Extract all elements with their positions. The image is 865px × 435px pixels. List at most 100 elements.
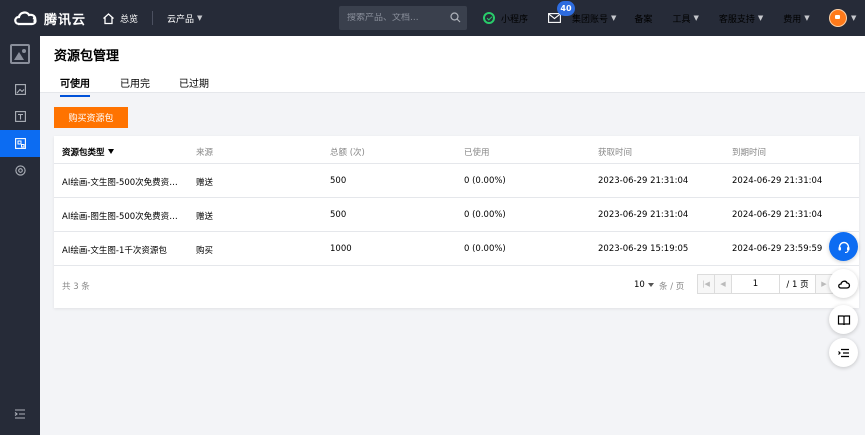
sidebar-item-resource-packages[interactable] [0,130,40,157]
column-header-total: 总额 (次) [330,148,365,158]
cell-source: 赠送 [196,178,214,188]
chevron-down-icon: ▼ [757,14,764,22]
cell-total: 1000 [330,244,352,254]
global-search [339,6,467,30]
cell-expires: 2024-06-29 21:31:04 [732,176,823,186]
nav-products-label: 云产品 [167,14,195,25]
nav-home-label: 总览 [120,14,139,25]
column-header-source: 来源 [196,148,214,158]
support-dropdown[interactable]: 客服支持 ▼ [719,12,763,25]
cell-used: 0 (0.00%) [464,210,506,220]
cell-source: 购买 [196,246,214,256]
search-icon[interactable] [450,12,461,23]
per-page-label: 条 / 页 [659,282,685,292]
cloud-icon [837,280,850,289]
prev-page-icon[interactable]: ◀ [715,275,732,293]
nav-home[interactable]: 总览 [102,12,138,25]
cloud-assistant-button[interactable] [829,269,858,298]
customer-service-button[interactable] [829,232,858,261]
sidebar-item-text[interactable] [0,103,40,130]
image-icon [14,84,26,95]
mini-program-label: 小程序 [501,14,529,25]
chevron-down-icon[interactable]: ▼ [851,14,856,22]
tab-available[interactable]: 可使用 [60,75,90,97]
first-page-icon[interactable]: |◀ [698,275,715,293]
mini-program-link[interactable]: 小程序 [483,12,528,25]
chevron-down-icon: ▼ [804,14,810,22]
support-label: 客服支持 [718,14,755,25]
page-size-select[interactable]: 10 [634,280,654,290]
cell-source: 赠送 [196,212,214,222]
cell-total: 500 [330,210,347,220]
package-icon [14,138,26,149]
sidebar-item-image[interactable] [0,76,40,103]
tools-label: 工具 [672,14,691,25]
filing-link[interactable]: 备案 [634,12,652,25]
page-number-input[interactable] [732,275,780,293]
cell-name: AI绘画-文生图-1千次资源包 [62,246,167,256]
brand-name: 腾讯云 [44,12,87,28]
cell-used: 0 (0.00%) [464,176,506,186]
cell-acquired: 2023-06-29 21:31:04 [598,210,689,220]
nav-products-dropdown[interactable]: 云产品 ▼ [167,12,202,25]
column-header-expires: 到期时间 [732,148,767,158]
chevron-down-icon: ▼ [611,14,617,22]
cell-expires: 2024-06-29 21:31:04 [732,210,823,220]
page-title: 资源包管理 [54,49,120,64]
tencent-cloud-logo-icon [14,11,37,26]
group-account-dropdown[interactable]: 集团账号 ▼ [572,12,616,25]
column-header-type-label: 资源包类型 [62,148,105,158]
collapse-sidebar-icon[interactable] [14,408,26,420]
text-icon [14,111,26,122]
tab-used-up[interactable]: 已用完 [120,75,150,95]
cell-acquired: 2023-06-29 15:19:05 [598,244,689,254]
brand-logo[interactable]: 腾讯云 [12,9,88,28]
cell-expires: 2024-06-29 23:59:59 [732,244,823,254]
tab-expired[interactable]: 已过期 [179,75,209,95]
sidebar-item-settings[interactable] [0,157,40,184]
chevron-down-icon: ▼ [693,14,699,22]
buy-resource-package-button[interactable]: 购买资源包 [54,107,128,128]
filter-icon[interactable] [107,149,114,154]
column-header-type[interactable]: 资源包类型 [62,146,114,158]
mail-count-badge: 40 [557,1,575,16]
page-size-value: 10 [634,280,645,290]
product-image-icon[interactable] [10,44,30,64]
main-content: 资源包管理 可使用 已用完 已过期 购买资源包 资源包类型 来源 总额 (次) … [40,36,865,435]
cell-total: 500 [330,176,347,186]
search-input[interactable] [347,13,447,23]
caret-down-icon [647,283,654,287]
table-row: AI绘画-文生图-1千次资源包 购买 1000 0 (0.00%) 2023-0… [54,232,859,266]
total-count: 共 3 条 [62,282,90,292]
pagination-bar: 共 3 条 10 条 / 页 |◀ ◀ / 1 页 ▶ ▶| [54,268,859,308]
nav-divider [152,11,154,25]
book-icon [837,314,850,325]
total-pages: / 1 页 [780,275,816,293]
page-header: 资源包管理 可使用 已用完 已过期 [40,36,865,97]
table-header: 资源包类型 来源 总额 (次) 已使用 获取时间 到期时间 [54,136,859,164]
tools-dropdown[interactable]: 工具 ▼ [672,12,698,25]
table-row: AI绘画-文生图-500次免费资源包 赠送 500 0 (0.00%) 2023… [54,164,859,198]
mini-program-icon [483,12,495,24]
chevron-down-icon: ▼ [197,14,203,22]
cell-acquired: 2023-06-29 21:31:04 [598,176,689,186]
cell-used: 0 (0.00%) [464,244,506,254]
sidebar [0,36,40,435]
table-row: AI绘画-图生图-500次免费资源包 赠送 500 0 (0.00%) 2023… [54,198,859,232]
home-icon [103,12,114,24]
group-account-label: 集团账号 [572,14,609,25]
list-icon [837,348,849,357]
filing-label: 备案 [634,14,653,25]
billing-dropdown[interactable]: 费用 ▼ [783,12,809,25]
cell-name: AI绘画-图生图-500次免费资源包 [62,212,182,222]
settings-icon [14,165,26,176]
cell-name: AI绘画-文生图-500次免费资源包 [62,178,182,188]
headset-icon [838,241,849,253]
page-navigator: |◀ ◀ / 1 页 ▶ ▶| [697,274,851,294]
avatar[interactable] [829,9,847,27]
resource-package-table: 资源包类型 来源 总额 (次) 已使用 获取时间 到期时间 AI绘画-文生图-5… [54,136,859,308]
billing-label: 费用 [783,14,802,25]
menu-list-button[interactable] [829,338,858,367]
documentation-button[interactable] [829,305,858,334]
topbar-right-menu: 小程序 集团账号 ▼ 备案 工具 ▼ 客服支持 ▼ 费用 ▼ [483,0,810,36]
